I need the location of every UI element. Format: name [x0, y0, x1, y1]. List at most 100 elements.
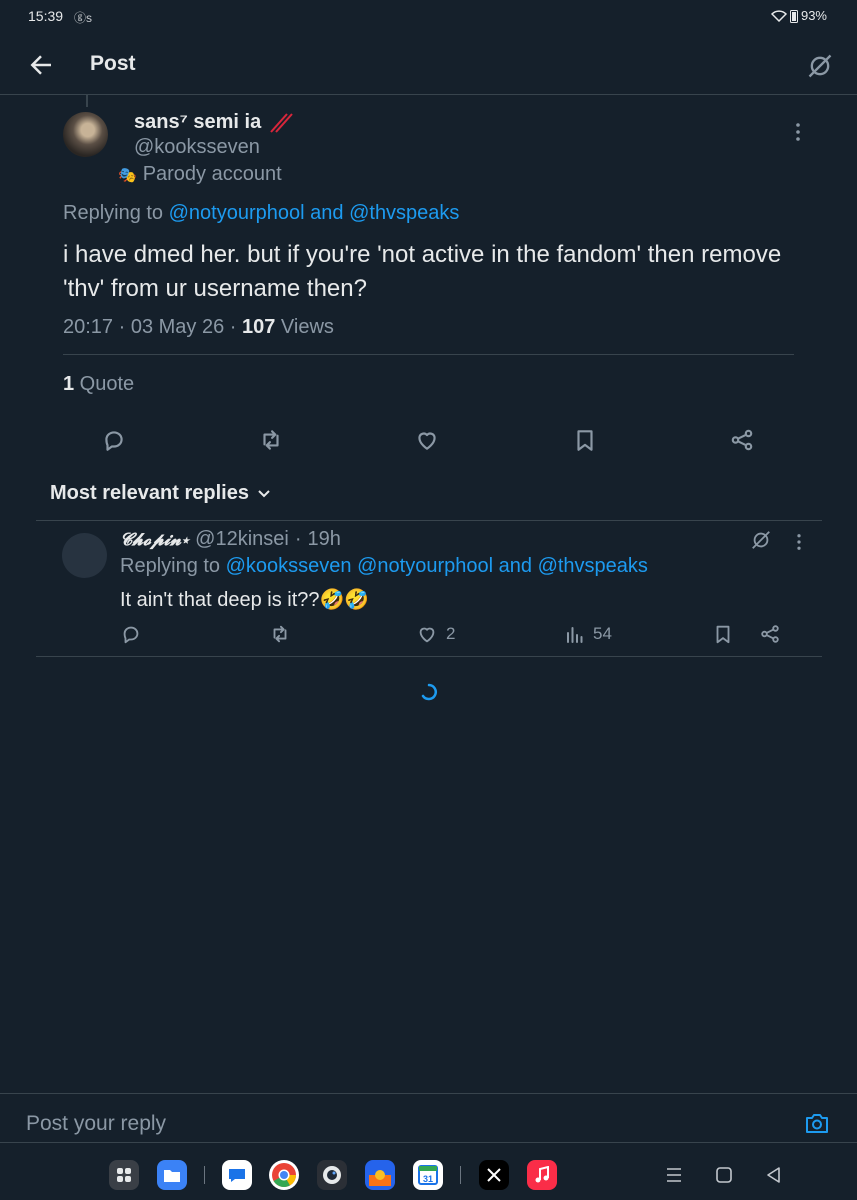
more-vertical-icon [796, 123, 800, 141]
repost-icon [273, 625, 287, 643]
bookmark-button[interactable] [712, 623, 734, 645]
reply-button[interactable] [101, 427, 127, 453]
parody-mask-icon: 🎭 [118, 166, 137, 184]
author-name-text: sans⁷ semi ia [134, 110, 262, 133]
loading-spinner [419, 682, 439, 702]
camera-button[interactable] [804, 1111, 830, 1135]
notification-icon: ⓖs [74, 11, 93, 25]
thread-connector [86, 95, 88, 107]
chrome-app-icon[interactable] [269, 1160, 299, 1190]
share-icon [761, 625, 779, 643]
menu-lines-icon [667, 1168, 681, 1182]
share-button[interactable] [759, 623, 781, 645]
quote-count: 1 [63, 373, 75, 395]
divider [0, 1093, 857, 1094]
views-label: Views [275, 316, 334, 338]
grok-icon [752, 531, 770, 549]
post-timestamp: 20:17 · 03 May 26 · [63, 316, 242, 338]
home-button[interactable] [712, 1163, 736, 1187]
mention-link[interactable]: @thvspeaks [538, 555, 648, 577]
replying-to: Replying to @notyourphool and @thvspeaks [63, 202, 459, 225]
replying-to: Replying to @kooksseven @notyourphool an… [120, 555, 648, 578]
dock-divider [204, 1166, 205, 1184]
reply-handle[interactable]: @12kinsei [195, 528, 289, 551]
camera-icon [806, 1114, 828, 1133]
reply-button[interactable] [120, 623, 142, 645]
reply-author-name[interactable]: 𝓒𝓱𝓸𝓹𝓲𝓷⋆ [120, 530, 189, 550]
reply-input[interactable] [26, 1108, 766, 1140]
wifi-icon [770, 9, 787, 22]
svg-text:31: 31 [423, 1174, 433, 1184]
reply-header: 𝓒𝓱𝓸𝓹𝓲𝓷⋆ @12kinsei · 19h [120, 528, 341, 551]
mention-link[interactable]: @notyourphool [357, 555, 493, 577]
grok-button[interactable] [750, 529, 772, 551]
reply-dot: · [294, 528, 302, 550]
repost-icon [263, 430, 279, 450]
spinner-icon [421, 683, 437, 701]
weather-app-icon[interactable] [365, 1160, 395, 1190]
bookmark-button[interactable] [572, 427, 598, 453]
files-app-icon[interactable] [157, 1160, 187, 1190]
like-button[interactable] [414, 427, 440, 453]
more-vertical-icon [797, 534, 801, 550]
avatar[interactable] [63, 112, 108, 157]
recents-button[interactable] [662, 1163, 686, 1187]
repost-button[interactable] [269, 623, 291, 645]
back-button[interactable] [26, 50, 56, 80]
x-app-icon[interactable] [479, 1160, 509, 1190]
bookmark-icon [716, 625, 730, 644]
mention-link[interactable]: @kooksseven [226, 555, 352, 577]
mention-link[interactable]: @notyourphool [169, 202, 305, 224]
views-icon [567, 627, 583, 643]
arrow-left-icon [30, 55, 51, 75]
repost-button[interactable] [258, 427, 284, 453]
share-icon [731, 429, 753, 451]
views-count: 54 [593, 624, 612, 643]
parody-label: 🎭 Parody account [118, 163, 282, 186]
red-slash-icon [270, 113, 293, 133]
battery-percent: 93% [800, 8, 827, 23]
views-button[interactable]: 54 [565, 623, 612, 645]
replying-prefix: Replying to [120, 555, 221, 577]
divider [36, 520, 822, 521]
like-button[interactable]: 2 [416, 623, 455, 645]
reply-icon [105, 431, 123, 451]
status-time: 15:39 [28, 8, 64, 24]
replying-prefix: Replying to [63, 202, 164, 224]
post-text: i have dmed her. but if you're 'not acti… [63, 241, 782, 302]
grok-button[interactable] [806, 52, 834, 80]
replies-sort-label: Most relevant replies [50, 482, 249, 504]
home-square-icon [716, 1167, 732, 1183]
back-nav-button[interactable] [762, 1163, 786, 1187]
quotes-link[interactable]: 1 Quote [63, 373, 134, 396]
reply-text: It ain't that deep is it??🤣🤣 [120, 589, 370, 611]
camera-app-icon[interactable] [317, 1160, 347, 1190]
music-app-icon[interactable] [527, 1160, 557, 1190]
mention-link[interactable]: @thvspeaks [349, 202, 459, 224]
replies-sort-dropdown[interactable]: Most relevant replies [50, 482, 271, 505]
share-button[interactable] [729, 427, 755, 453]
divider [0, 1142, 857, 1143]
avatar[interactable] [62, 533, 107, 578]
views-count: 107 [241, 316, 276, 338]
replying-and[interactable]: and [310, 202, 343, 224]
replying-and[interactable]: and [499, 555, 532, 577]
calendar-app-icon[interactable]: 31 [413, 1160, 443, 1190]
post-meta: 20:17 · 03 May 26 · 107 Views [63, 316, 334, 339]
quote-label: Quote [74, 373, 135, 395]
chevron-down-icon [258, 489, 270, 497]
author-handle[interactable]: @kooksseven [134, 136, 260, 159]
author-name[interactable]: sans⁷ semi ia [134, 110, 293, 134]
reply-time: 19h [307, 528, 341, 550]
parody-text: Parody account [142, 163, 282, 185]
status-right: 93% [770, 8, 827, 23]
messages-app-icon[interactable] [222, 1160, 252, 1190]
page-title: Post [90, 52, 136, 75]
triangle-back-icon [767, 1167, 780, 1183]
reply-icon [123, 626, 139, 644]
more-options-button[interactable] [788, 120, 808, 144]
grok-icon [808, 54, 832, 78]
more-options-button[interactable] [790, 531, 808, 553]
app-drawer-icon[interactable] [109, 1160, 139, 1190]
dock-divider [460, 1166, 461, 1184]
